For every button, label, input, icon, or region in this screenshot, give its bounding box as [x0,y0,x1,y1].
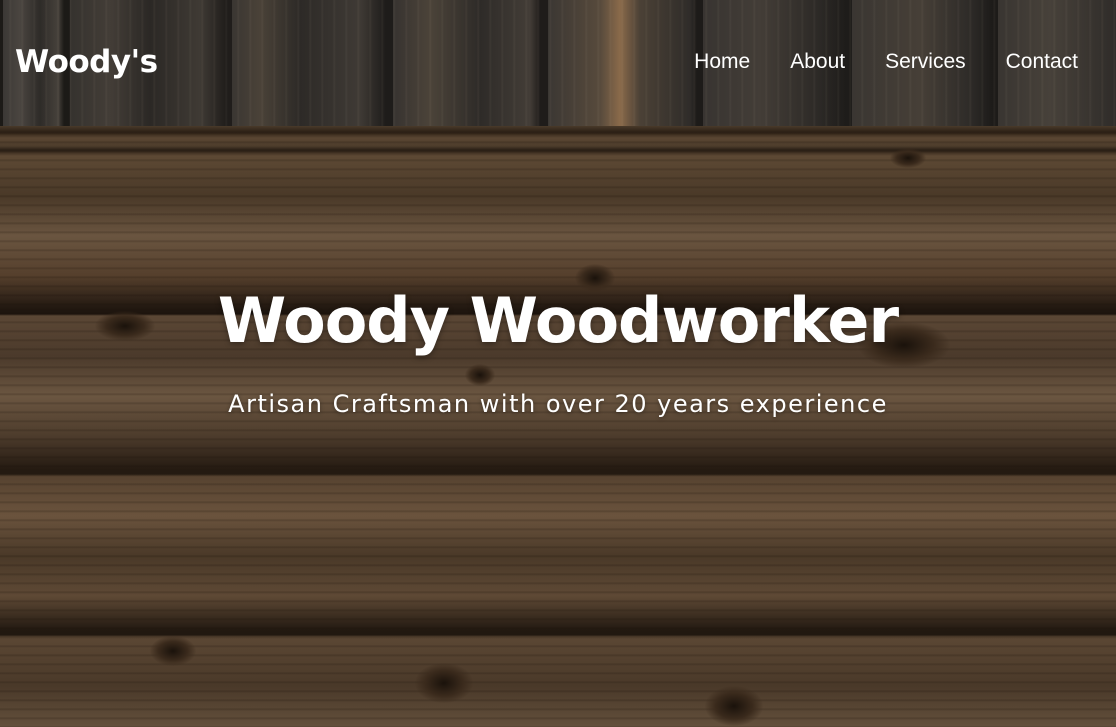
brand-logo[interactable]: Woody's [15,44,158,80]
wood-knot [705,686,763,726]
wood-knot [465,364,495,386]
hero-subtitle: Artisan Craftsman with over 20 years exp… [228,390,888,418]
hero-section: Woody Woodworker Artisan Craftsman with … [0,126,1116,727]
site-header: Woody's Home About Services Contact [0,0,1116,126]
wood-knot [150,636,196,666]
nav-link-services[interactable]: Services [885,50,966,74]
nav-link-home[interactable]: Home [694,50,750,74]
wood-knot [890,148,926,168]
nav-link-about[interactable]: About [790,50,845,74]
main-nav: Home About Services Contact [694,50,1078,74]
nav-link-contact[interactable]: Contact [1006,50,1078,74]
wood-knot [415,663,473,703]
hero-title: Woody Woodworker [217,284,899,357]
